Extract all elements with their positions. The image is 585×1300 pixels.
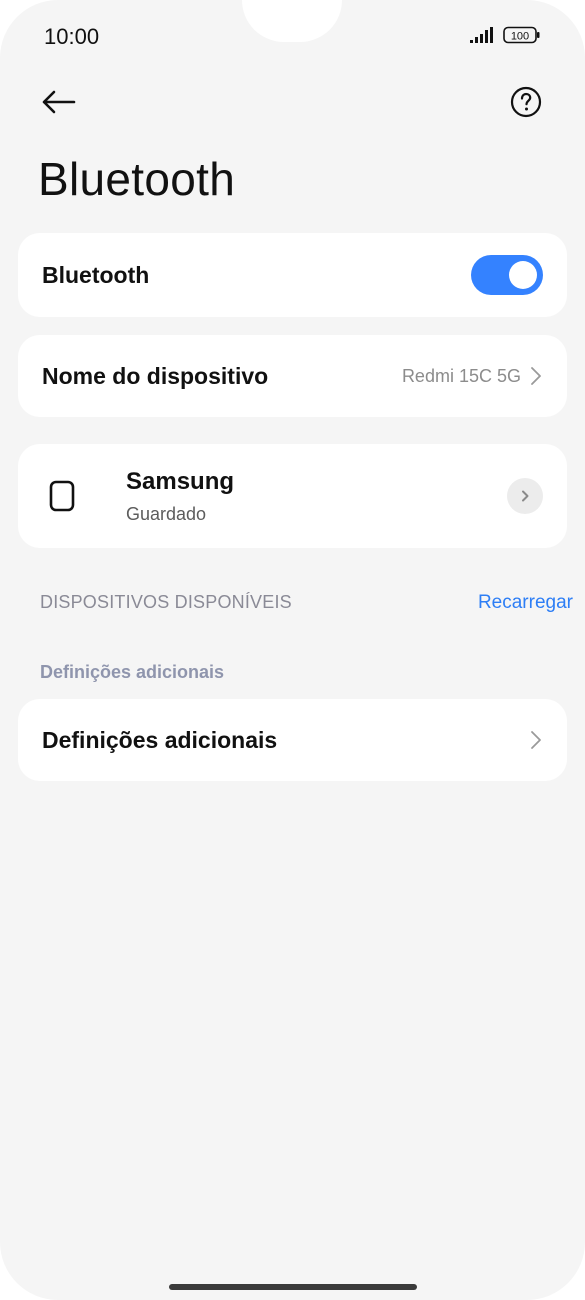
status-bar: 10:00 100	[0, 0, 585, 70]
signal-bars-icon	[470, 27, 493, 43]
available-devices-header: DISPOSITIVOS DISPONÍVEIS	[40, 592, 292, 612]
saved-device-name: Samsung	[126, 467, 235, 495]
arrow-left-icon	[42, 90, 76, 114]
bluetooth-toggle-label: Bluetooth	[42, 261, 150, 288]
chevron-right-icon	[531, 731, 541, 749]
additional-settings-header: Definições adicionais	[40, 662, 225, 682]
reload-button[interactable]: Recarregar	[478, 592, 573, 614]
device-icon-container	[48, 479, 108, 513]
saved-device-status: Guardado	[126, 503, 207, 524]
device-name-row[interactable]: Nome do dispositivo Redmi 15C 5G	[18, 335, 567, 417]
bluetooth-toggle-card[interactable]: Bluetooth	[18, 233, 567, 317]
home-indicator[interactable]	[169, 1284, 417, 1290]
status-icons: 100	[469, 26, 541, 44]
page-title: Bluetooth	[38, 153, 236, 205]
smartwatch-icon	[49, 480, 75, 512]
help-button[interactable]	[506, 82, 546, 122]
additional-settings-row[interactable]: Definições adicionais	[18, 699, 567, 781]
saved-device-item[interactable]: Samsung Guardado	[18, 444, 567, 548]
chevron-right-icon	[531, 367, 541, 385]
device-details-button[interactable]	[507, 478, 543, 514]
chevron-right-icon	[522, 490, 529, 502]
battery-level: 100	[511, 31, 529, 43]
device-name-label: Nome do dispositivo	[42, 362, 269, 389]
back-button[interactable]	[38, 82, 78, 122]
help-circle-icon	[510, 86, 542, 118]
toggle-knob	[509, 261, 537, 289]
bluetooth-toggle-switch[interactable]	[471, 255, 543, 295]
additional-settings-label: Definições adicionais	[42, 726, 278, 753]
device-name-value: Redmi 15C 5G	[401, 365, 521, 386]
battery-icon: 100	[503, 26, 540, 44]
phone-screen: 10:00 100 Bluetooth Bluetooth Nome do di…	[0, 0, 585, 1300]
status-time: 10:00	[44, 24, 100, 49]
camera-notch	[242, 0, 342, 42]
